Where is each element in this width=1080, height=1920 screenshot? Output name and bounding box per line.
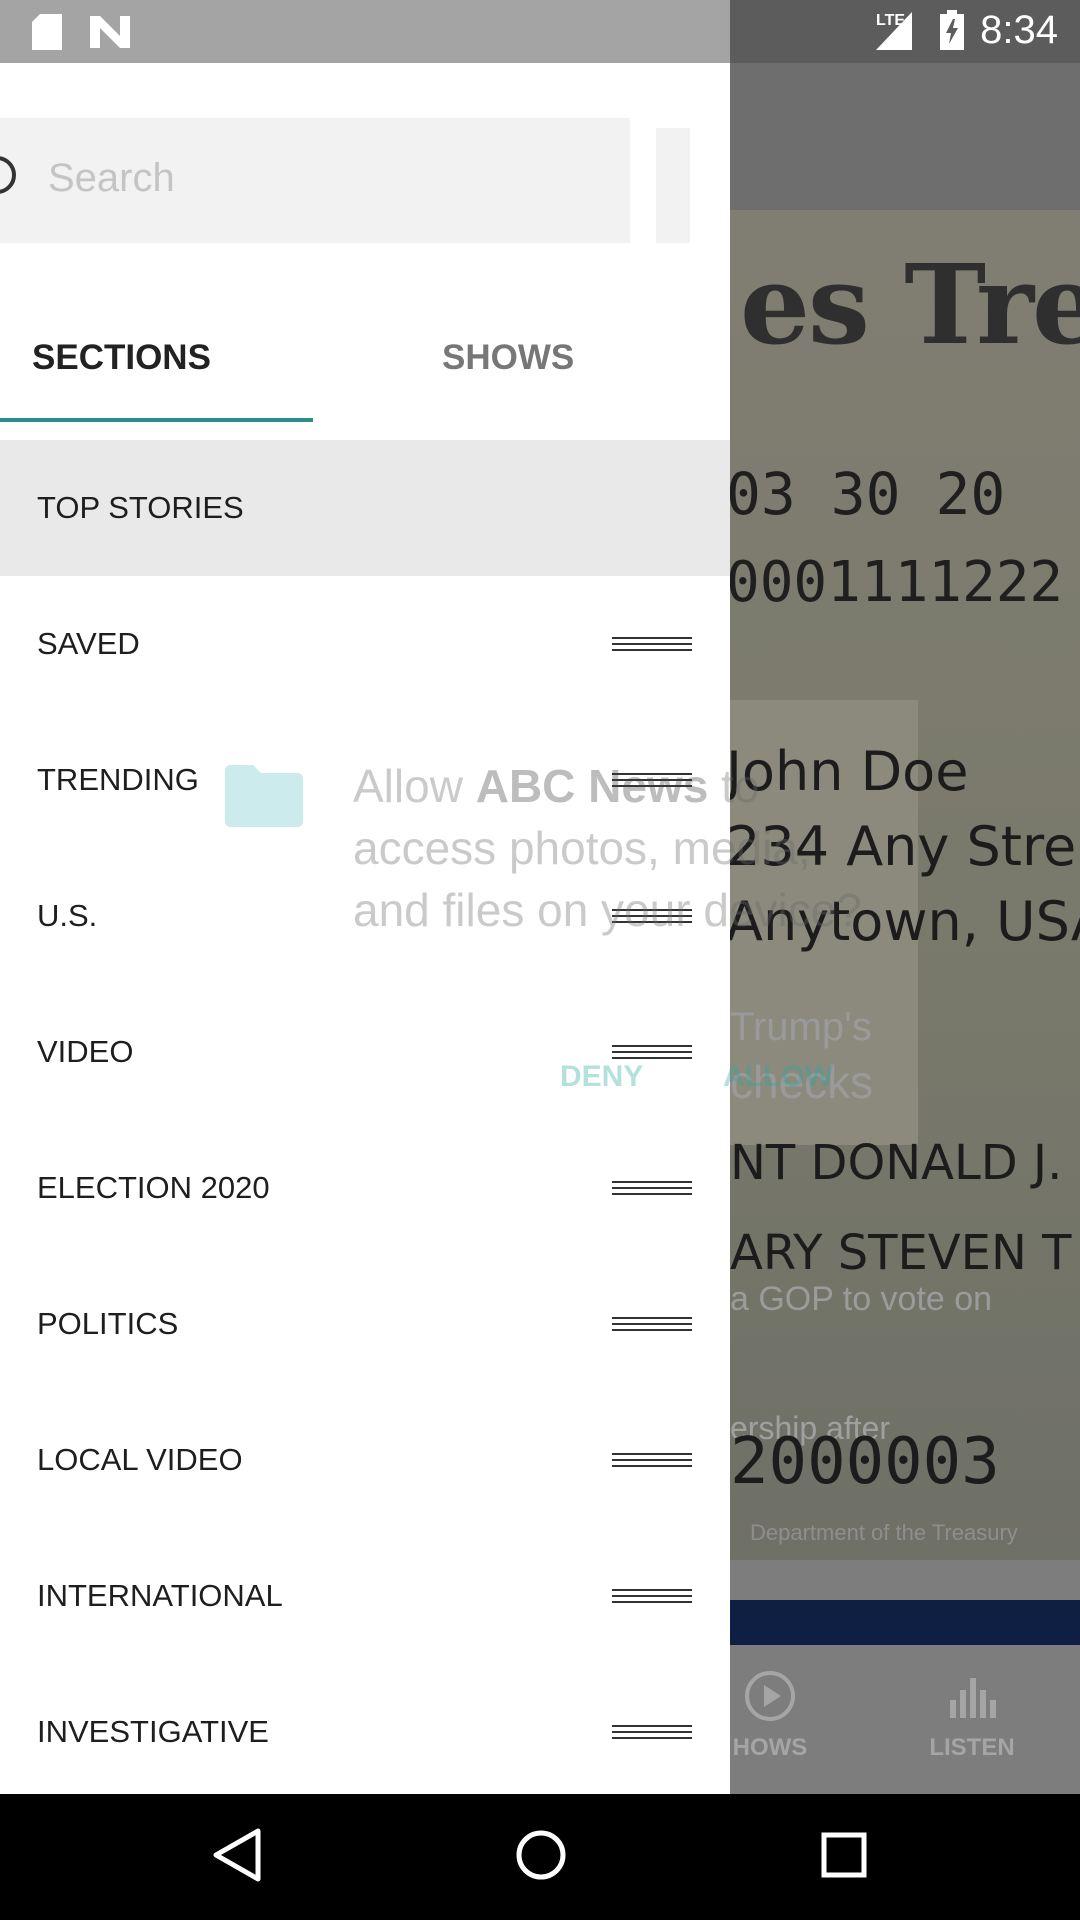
- home-icon[interactable]: [515, 1827, 567, 1883]
- section-item-politics[interactable]: POLITICS: [0, 1256, 730, 1392]
- tab-shows[interactable]: SHOWS: [442, 338, 574, 418]
- play-circle-icon: [745, 1671, 795, 1721]
- active-tab-indicator: [0, 418, 313, 422]
- headline-fragment: a GOP to vote on: [730, 1280, 993, 1318]
- section-label: SAVED: [37, 626, 140, 661]
- drag-handle-icon[interactable]: [612, 1181, 692, 1195]
- permission-app-name: ABC News: [475, 760, 709, 812]
- section-label: U.S.: [37, 898, 98, 933]
- section-item-international[interactable]: INTERNATIONAL: [0, 1528, 730, 1664]
- podcast-icon: [950, 1678, 996, 1718]
- system-navigation-bar: [0, 1794, 1080, 1920]
- permission-message: Allow ABC News to access photos, media, …: [353, 755, 873, 941]
- check-footer: Department of the Treasury: [750, 1520, 1018, 1545]
- section-item-investigative[interactable]: INVESTIGATIVE: [0, 1664, 730, 1794]
- allow-button[interactable]: ALLOW: [723, 1060, 833, 1094]
- drag-handle-icon[interactable]: [612, 1589, 692, 1603]
- check-date: 03 30 20: [726, 460, 1006, 528]
- search-placeholder: Search: [48, 156, 175, 200]
- check-signer: ARY STEVEN T: [730, 1225, 1072, 1281]
- check-payee: NT DONALD J.: [730, 1135, 1063, 1191]
- section-item-saved[interactable]: SAVED: [0, 576, 730, 712]
- section-item-local-video[interactable]: LOCAL VIDEO: [0, 1392, 730, 1528]
- section-label: INVESTIGATIVE: [37, 1714, 269, 1749]
- folder-icon: [225, 765, 303, 827]
- drag-handle-icon[interactable]: [612, 1317, 692, 1331]
- section-label: TRENDING: [37, 762, 199, 797]
- status-time: 8:34: [980, 8, 1058, 52]
- drag-handle-icon[interactable]: [612, 1453, 692, 1467]
- bottom-nav-label: LISTEN: [929, 1734, 1015, 1761]
- section-label: POLITICS: [37, 1306, 179, 1341]
- section-label: INTERNATIONAL: [37, 1578, 283, 1613]
- search-icon: [0, 156, 16, 194]
- bottom-nav-listen[interactable]: LISTEN: [892, 1670, 1052, 1762]
- recent-apps-icon[interactable]: [820, 1827, 868, 1883]
- battery-charging-icon: [940, 10, 964, 50]
- search-input[interactable]: Search: [0, 118, 630, 243]
- signal-icon: [876, 12, 912, 50]
- section-label: TOP STORIES: [37, 490, 244, 525]
- search-cancel-area: [656, 128, 690, 243]
- permission-dialog: Allow ABC News to access photos, media, …: [185, 700, 915, 1120]
- section-label: VIDEO: [37, 1034, 134, 1069]
- tab-sections[interactable]: SECTIONS: [32, 338, 211, 418]
- bottom-nav-label: HOWS: [732, 1734, 808, 1761]
- section-label: LOCAL VIDEO: [37, 1442, 243, 1477]
- check-masthead: es Treas: [740, 240, 1080, 369]
- permission-text-prefix: Allow: [353, 760, 476, 812]
- back-icon[interactable]: [212, 1827, 262, 1883]
- check-number: 2000003: [730, 1425, 1000, 1499]
- section-label: ELECTION 2020: [37, 1170, 270, 1205]
- drag-handle-icon[interactable]: [612, 637, 692, 651]
- deny-button[interactable]: DENY: [560, 1060, 643, 1094]
- section-item-top-stories[interactable]: TOP STORIES: [0, 440, 730, 576]
- section-item-election-2020[interactable]: ELECTION 2020: [0, 1120, 730, 1256]
- drag-handle-icon[interactable]: [612, 1725, 692, 1739]
- app-n-icon: [90, 16, 130, 48]
- status-bar: LTE 8:34: [0, 0, 1080, 63]
- check-account: 0001111222: [726, 550, 1064, 615]
- sd-card-icon: [32, 14, 62, 50]
